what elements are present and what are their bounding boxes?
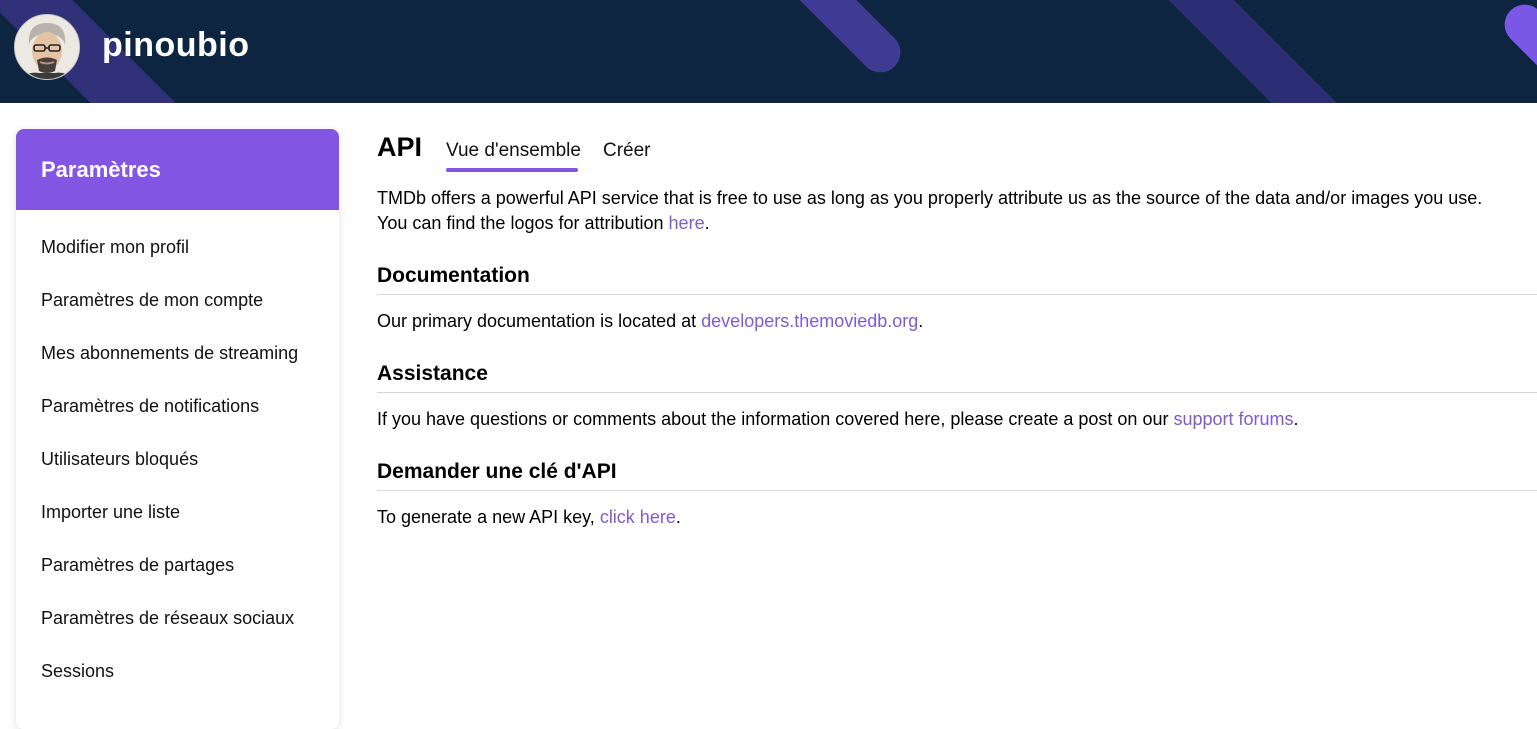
header-decoration [1496, 0, 1537, 103]
assistance-text: If you have questions or comments about … [377, 409, 1299, 429]
documentation-heading: Documentation [377, 264, 1537, 295]
sidebar-item-account-settings[interactable]: Paramètres de mon compte [16, 274, 339, 327]
settings-sidebar: Paramètres Modifier mon profil Paramètre… [16, 129, 339, 729]
logos-link[interactable]: here [669, 213, 705, 233]
intro-text: TMDb offers a powerful API service that … [377, 186, 1537, 236]
request-key-heading: Demander une clé d'API [377, 460, 1537, 491]
avatar[interactable] [14, 14, 80, 80]
sidebar-item-blocked-users[interactable]: Utilisateurs bloqués [16, 433, 339, 486]
main-content: API Vue d'ensemble Créer TMDb offers a p… [377, 128, 1537, 530]
header-decoration [1118, 0, 1364, 103]
page-title: API [377, 132, 423, 162]
intro-line-2: You can find the logos for attribution h… [377, 213, 710, 233]
active-tab-indicator [446, 168, 578, 172]
sidebar-item-notification-settings[interactable]: Paramètres de notifications [16, 380, 339, 433]
intro-line-1: TMDb offers a powerful API service that … [377, 188, 1483, 208]
documentation-link[interactable]: developers.themoviedb.org [701, 311, 918, 331]
sidebar-item-import-list[interactable]: Importer une liste [16, 486, 339, 539]
support-forums-link[interactable]: support forums [1173, 409, 1293, 429]
documentation-section: Documentation Our primary documentation … [377, 264, 1537, 334]
sidebar-item-sessions[interactable]: Sessions [16, 645, 339, 698]
documentation-text: Our primary documentation is located at … [377, 311, 924, 331]
site-header: pinoubio [0, 0, 1537, 103]
tab-overview[interactable]: Vue d'ensemble [446, 140, 581, 162]
sidebar-item-streaming-subscriptions[interactable]: Mes abonnements de streaming [16, 327, 339, 380]
sidebar-item-edit-profile[interactable]: Modifier mon profil [16, 221, 339, 274]
assistance-section: Assistance If you have questions or comm… [377, 362, 1537, 432]
tab-create[interactable]: Créer [603, 140, 651, 162]
sidebar-item-sharing-settings[interactable]: Paramètres de partages [16, 539, 339, 592]
generate-key-link[interactable]: click here [600, 507, 676, 527]
sidebar-item-social-settings[interactable]: Paramètres de réseaux sociaux [16, 592, 339, 645]
sidebar-menu: Modifier mon profil Paramètres de mon co… [16, 221, 339, 698]
header-decoration [767, 0, 909, 81]
request-key-section: Demander une clé d'API To generate a new… [377, 460, 1537, 530]
page-title-row: API Vue d'ensemble Créer [377, 128, 1537, 173]
sidebar-title: Paramètres [16, 129, 339, 210]
request-key-text: To generate a new API key, click here. [377, 507, 681, 527]
username[interactable]: pinoubio [102, 26, 250, 65]
avatar-image [15, 15, 79, 79]
assistance-heading: Assistance [377, 362, 1537, 393]
